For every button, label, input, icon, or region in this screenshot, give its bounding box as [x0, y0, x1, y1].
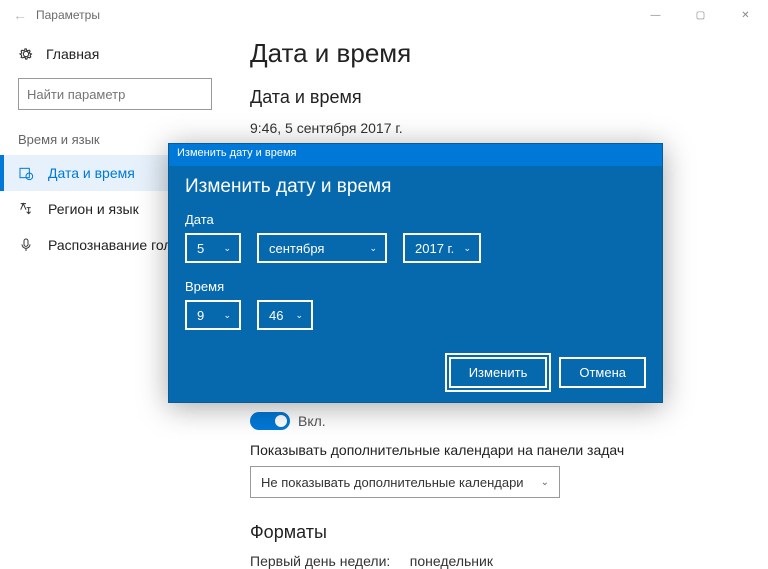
toggle-switch[interactable]	[250, 412, 290, 430]
formats-heading: Форматы	[250, 522, 748, 543]
current-datetime: 9:46, 5 сентября 2017 г.	[250, 120, 748, 136]
chevron-down-icon: ⌄	[223, 243, 231, 254]
time-label: Время	[185, 279, 646, 294]
toggle-row: Вкл.	[250, 412, 748, 430]
window-titlebar: ← Параметры — ▢ ✕	[0, 0, 768, 30]
change-button[interactable]: Изменить	[449, 357, 548, 388]
chevron-down-icon: ⌄	[541, 477, 549, 488]
section-heading: Дата и время	[250, 87, 748, 108]
date-day-combo[interactable]: 5⌄	[185, 233, 241, 263]
microphone-icon	[18, 237, 34, 253]
window-buttons: — ▢ ✕	[633, 0, 768, 30]
close-button[interactable]: ✕	[723, 0, 768, 30]
chevron-down-icon: ⌄	[369, 243, 377, 254]
change-datetime-dialog: Изменить дату и время Изменить дату и вр…	[168, 143, 663, 403]
maximize-button[interactable]: ▢	[678, 0, 723, 30]
date-month-combo[interactable]: сентября⌄	[257, 233, 387, 263]
calendar-clock-icon	[18, 165, 34, 181]
time-hour-combo[interactable]: 9⌄	[185, 300, 241, 330]
time-minute-combo[interactable]: 46⌄	[257, 300, 313, 330]
date-label: Дата	[185, 212, 646, 227]
gear-icon	[18, 46, 34, 62]
search-input[interactable]	[27, 87, 203, 102]
back-icon[interactable]: ←	[10, 7, 30, 23]
sidebar-item-label: Регион и язык	[48, 201, 139, 217]
first-day-label: Первый день недели:	[250, 553, 390, 569]
first-day-value: понедельник	[410, 553, 493, 569]
first-day-row: Первый день недели: понедельник	[250, 553, 748, 569]
chevron-down-icon: ⌄	[463, 243, 471, 254]
minimize-button[interactable]: —	[633, 0, 678, 30]
date-year-combo[interactable]: 2017 г.⌄	[403, 233, 481, 263]
cancel-button[interactable]: Отмена	[559, 357, 646, 388]
chevron-down-icon: ⌄	[295, 310, 303, 321]
dialog-footer: Изменить Отмена	[449, 357, 646, 388]
dialog-titlebar: Изменить дату и время	[169, 144, 662, 166]
window-title: Параметры	[36, 8, 100, 22]
select-value: Не показывать дополнительные календари	[261, 475, 524, 490]
language-icon	[18, 201, 34, 217]
time-row: 9⌄ 46⌄	[185, 300, 646, 330]
dialog-heading: Изменить дату и время	[185, 176, 646, 198]
search-box[interactable]	[18, 78, 212, 110]
extra-calendars-select[interactable]: Не показывать дополнительные календари ⌄	[250, 466, 560, 498]
home-label: Главная	[46, 46, 99, 62]
chevron-down-icon: ⌄	[223, 310, 231, 321]
page-title: Дата и время	[250, 38, 748, 69]
extra-calendars-label: Показывать дополнительные календари на п…	[250, 442, 748, 458]
sidebar-item-label: Дата и время	[48, 165, 135, 181]
toggle-label: Вкл.	[298, 413, 326, 429]
home-link[interactable]: Главная	[0, 40, 230, 72]
date-row: 5⌄ сентября⌄ 2017 г.⌄	[185, 233, 646, 263]
